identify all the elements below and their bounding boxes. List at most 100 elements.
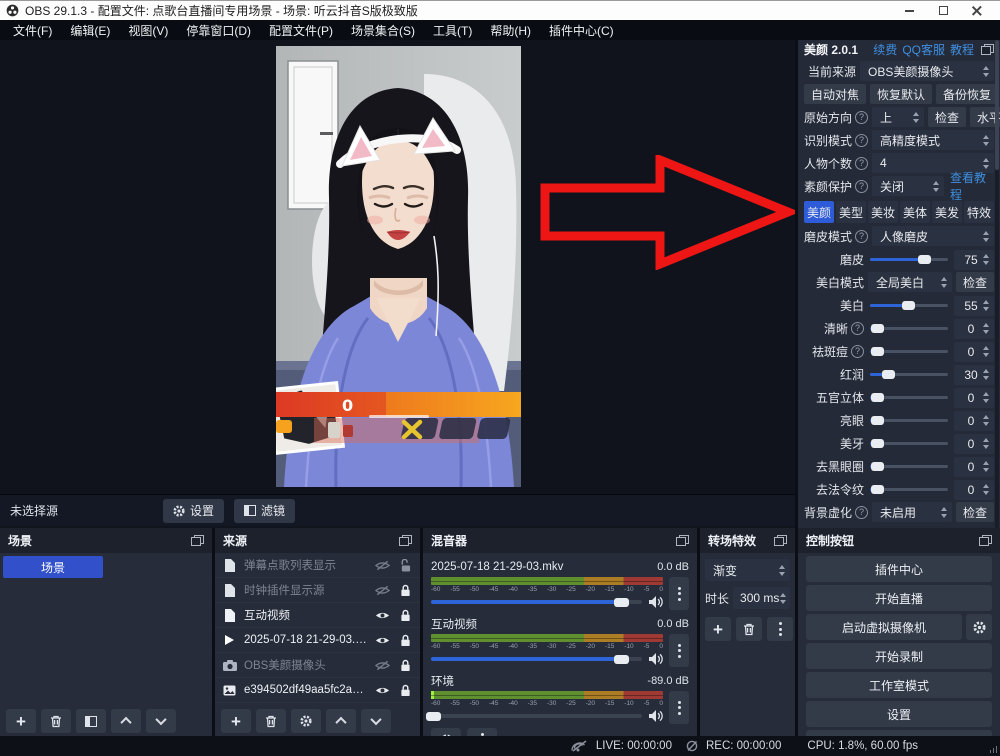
slider-thumb[interactable]: [871, 462, 884, 471]
source-properties-button[interactable]: 设置: [163, 499, 224, 523]
duration-spinbox[interactable]: 300 ms: [733, 587, 790, 609]
remove-source-button[interactable]: [256, 709, 286, 733]
teeth-slider[interactable]: [870, 442, 948, 445]
move-source-up-button[interactable]: [326, 709, 356, 733]
eye-slash-icon[interactable]: [374, 560, 390, 571]
slider-thumb[interactable]: [871, 347, 884, 356]
eye-icon[interactable]: [374, 685, 390, 696]
source-row[interactable]: e394502df49aa5fc2a99cd2e7c: [215, 678, 420, 703]
help-icon[interactable]: [855, 111, 868, 124]
help-icon[interactable]: [855, 157, 868, 170]
spinner-arrows-icon[interactable]: [983, 369, 989, 380]
smooth-value-spinbox[interactable]: 75: [954, 250, 994, 270]
orientation-select[interactable]: 上: [872, 107, 924, 127]
lock-icon[interactable]: [397, 659, 413, 672]
slider-thumb[interactable]: [614, 655, 629, 664]
eye-slash-icon[interactable]: [374, 585, 390, 596]
menu-tools[interactable]: 工具(T): [424, 20, 481, 40]
face-protect-select[interactable]: 关闭: [872, 176, 944, 196]
tab-effects[interactable]: 特效: [964, 201, 994, 223]
add-source-button[interactable]: [221, 709, 251, 733]
move-source-down-button[interactable]: [361, 709, 391, 733]
help-icon[interactable]: [855, 180, 868, 193]
spinner-arrows-icon[interactable]: [983, 254, 989, 265]
popout-icon[interactable]: [191, 535, 204, 546]
help-icon[interactable]: [855, 506, 868, 519]
speaker-icon[interactable]: [649, 710, 663, 722]
recognition-mode-select[interactable]: 高精度模式: [872, 130, 994, 150]
tutorial-link[interactable]: 教程: [950, 41, 974, 58]
bright-eyes-slider[interactable]: [870, 419, 948, 422]
contour-value-spinbox[interactable]: 0: [954, 388, 994, 408]
slider-thumb[interactable]: [902, 301, 915, 310]
add-transition-button[interactable]: [705, 617, 731, 641]
smooth-slider[interactable]: [870, 258, 948, 261]
popout-icon[interactable]: [981, 44, 994, 55]
mixer-options-button[interactable]: [467, 728, 497, 736]
clarity-value-spinbox[interactable]: 0: [954, 319, 994, 339]
move-scene-down-button[interactable]: [146, 709, 176, 733]
beauty-scrollbar[interactable]: [995, 40, 999, 528]
add-scene-button[interactable]: [6, 709, 36, 733]
popout-icon[interactable]: [979, 535, 992, 546]
eye-icon[interactable]: [374, 610, 390, 621]
dark-circles-value-spinbox[interactable]: 0: [954, 457, 994, 477]
slider-thumb[interactable]: [871, 485, 884, 494]
spinner-arrows-icon[interactable]: [983, 484, 989, 495]
source-row[interactable]: 弹幕点歌列表显示: [215, 553, 420, 578]
rosy-slider[interactable]: [870, 373, 948, 376]
spinner-arrows-icon[interactable]: [983, 415, 989, 426]
slider-thumb[interactable]: [871, 324, 884, 333]
help-icon[interactable]: [855, 134, 868, 147]
qq-support-link[interactable]: QQ客服: [902, 41, 945, 58]
slider-thumb[interactable]: [882, 370, 895, 379]
spinner-arrows-icon[interactable]: [983, 323, 989, 334]
spinner-arrows-icon[interactable]: [780, 593, 786, 604]
speaker-icon[interactable]: [649, 653, 663, 665]
volume-slider[interactable]: [431, 657, 642, 661]
source-filters-button[interactable]: 滤镜: [234, 499, 295, 523]
speaker-icon[interactable]: [649, 596, 663, 608]
whiten-check-button[interactable]: 检查: [956, 272, 994, 292]
help-icon[interactable]: [855, 230, 868, 243]
source-properties-button[interactable]: [291, 709, 321, 733]
tab-hair[interactable]: 美发: [932, 201, 962, 223]
blemish-value-spinbox[interactable]: 0: [954, 342, 994, 362]
advanced-audio-button[interactable]: [431, 728, 461, 736]
eye-icon[interactable]: [374, 635, 390, 646]
close-button[interactable]: [960, 2, 994, 20]
transition-type-select[interactable]: 渐变: [705, 559, 790, 581]
menu-file[interactable]: 文件(F): [4, 20, 61, 40]
preview-canvas[interactable]: 0: [0, 40, 795, 494]
maximize-button[interactable]: [926, 2, 960, 20]
menu-view[interactable]: 视图(V): [119, 20, 177, 40]
lock-icon[interactable]: [397, 684, 413, 697]
menu-edit[interactable]: 编辑(E): [61, 20, 119, 40]
menu-plugin-center[interactable]: 插件中心(C): [540, 20, 623, 40]
source-row[interactable]: 时钟插件显示源: [215, 578, 420, 603]
lock-icon[interactable]: [397, 584, 413, 597]
slider-thumb[interactable]: [918, 255, 931, 264]
rosy-value-spinbox[interactable]: 30: [954, 365, 994, 385]
volume-slider[interactable]: [431, 600, 642, 604]
transition-options-button[interactable]: [767, 617, 793, 641]
slider-thumb[interactable]: [871, 393, 884, 402]
spinner-arrows-icon[interactable]: [983, 346, 989, 357]
move-scene-up-button[interactable]: [111, 709, 141, 733]
whiten-value-spinbox[interactable]: 55: [954, 296, 994, 316]
spinner-arrows-icon[interactable]: [983, 158, 989, 169]
bright-eyes-value-spinbox[interactable]: 0: [954, 411, 994, 431]
spinner-arrows-icon[interactable]: [983, 438, 989, 449]
slider-thumb[interactable]: [426, 712, 441, 721]
settings-button[interactable]: 设置: [806, 701, 992, 727]
reset-defaults-button[interactable]: 恢复默认: [870, 84, 932, 104]
channel-options-button[interactable]: [669, 577, 689, 610]
tab-reshape[interactable]: 美型: [836, 201, 866, 223]
renew-link[interactable]: 续费: [873, 41, 897, 58]
orientation-check-button[interactable]: 检查: [928, 107, 966, 127]
slider-thumb[interactable]: [614, 598, 629, 607]
nasolabial-value-spinbox[interactable]: 0: [954, 480, 994, 500]
eye-slash-icon[interactable]: [374, 660, 390, 671]
menu-help[interactable]: 帮助(H): [481, 20, 540, 40]
whiten-mode-select[interactable]: 全局美白: [868, 272, 952, 292]
